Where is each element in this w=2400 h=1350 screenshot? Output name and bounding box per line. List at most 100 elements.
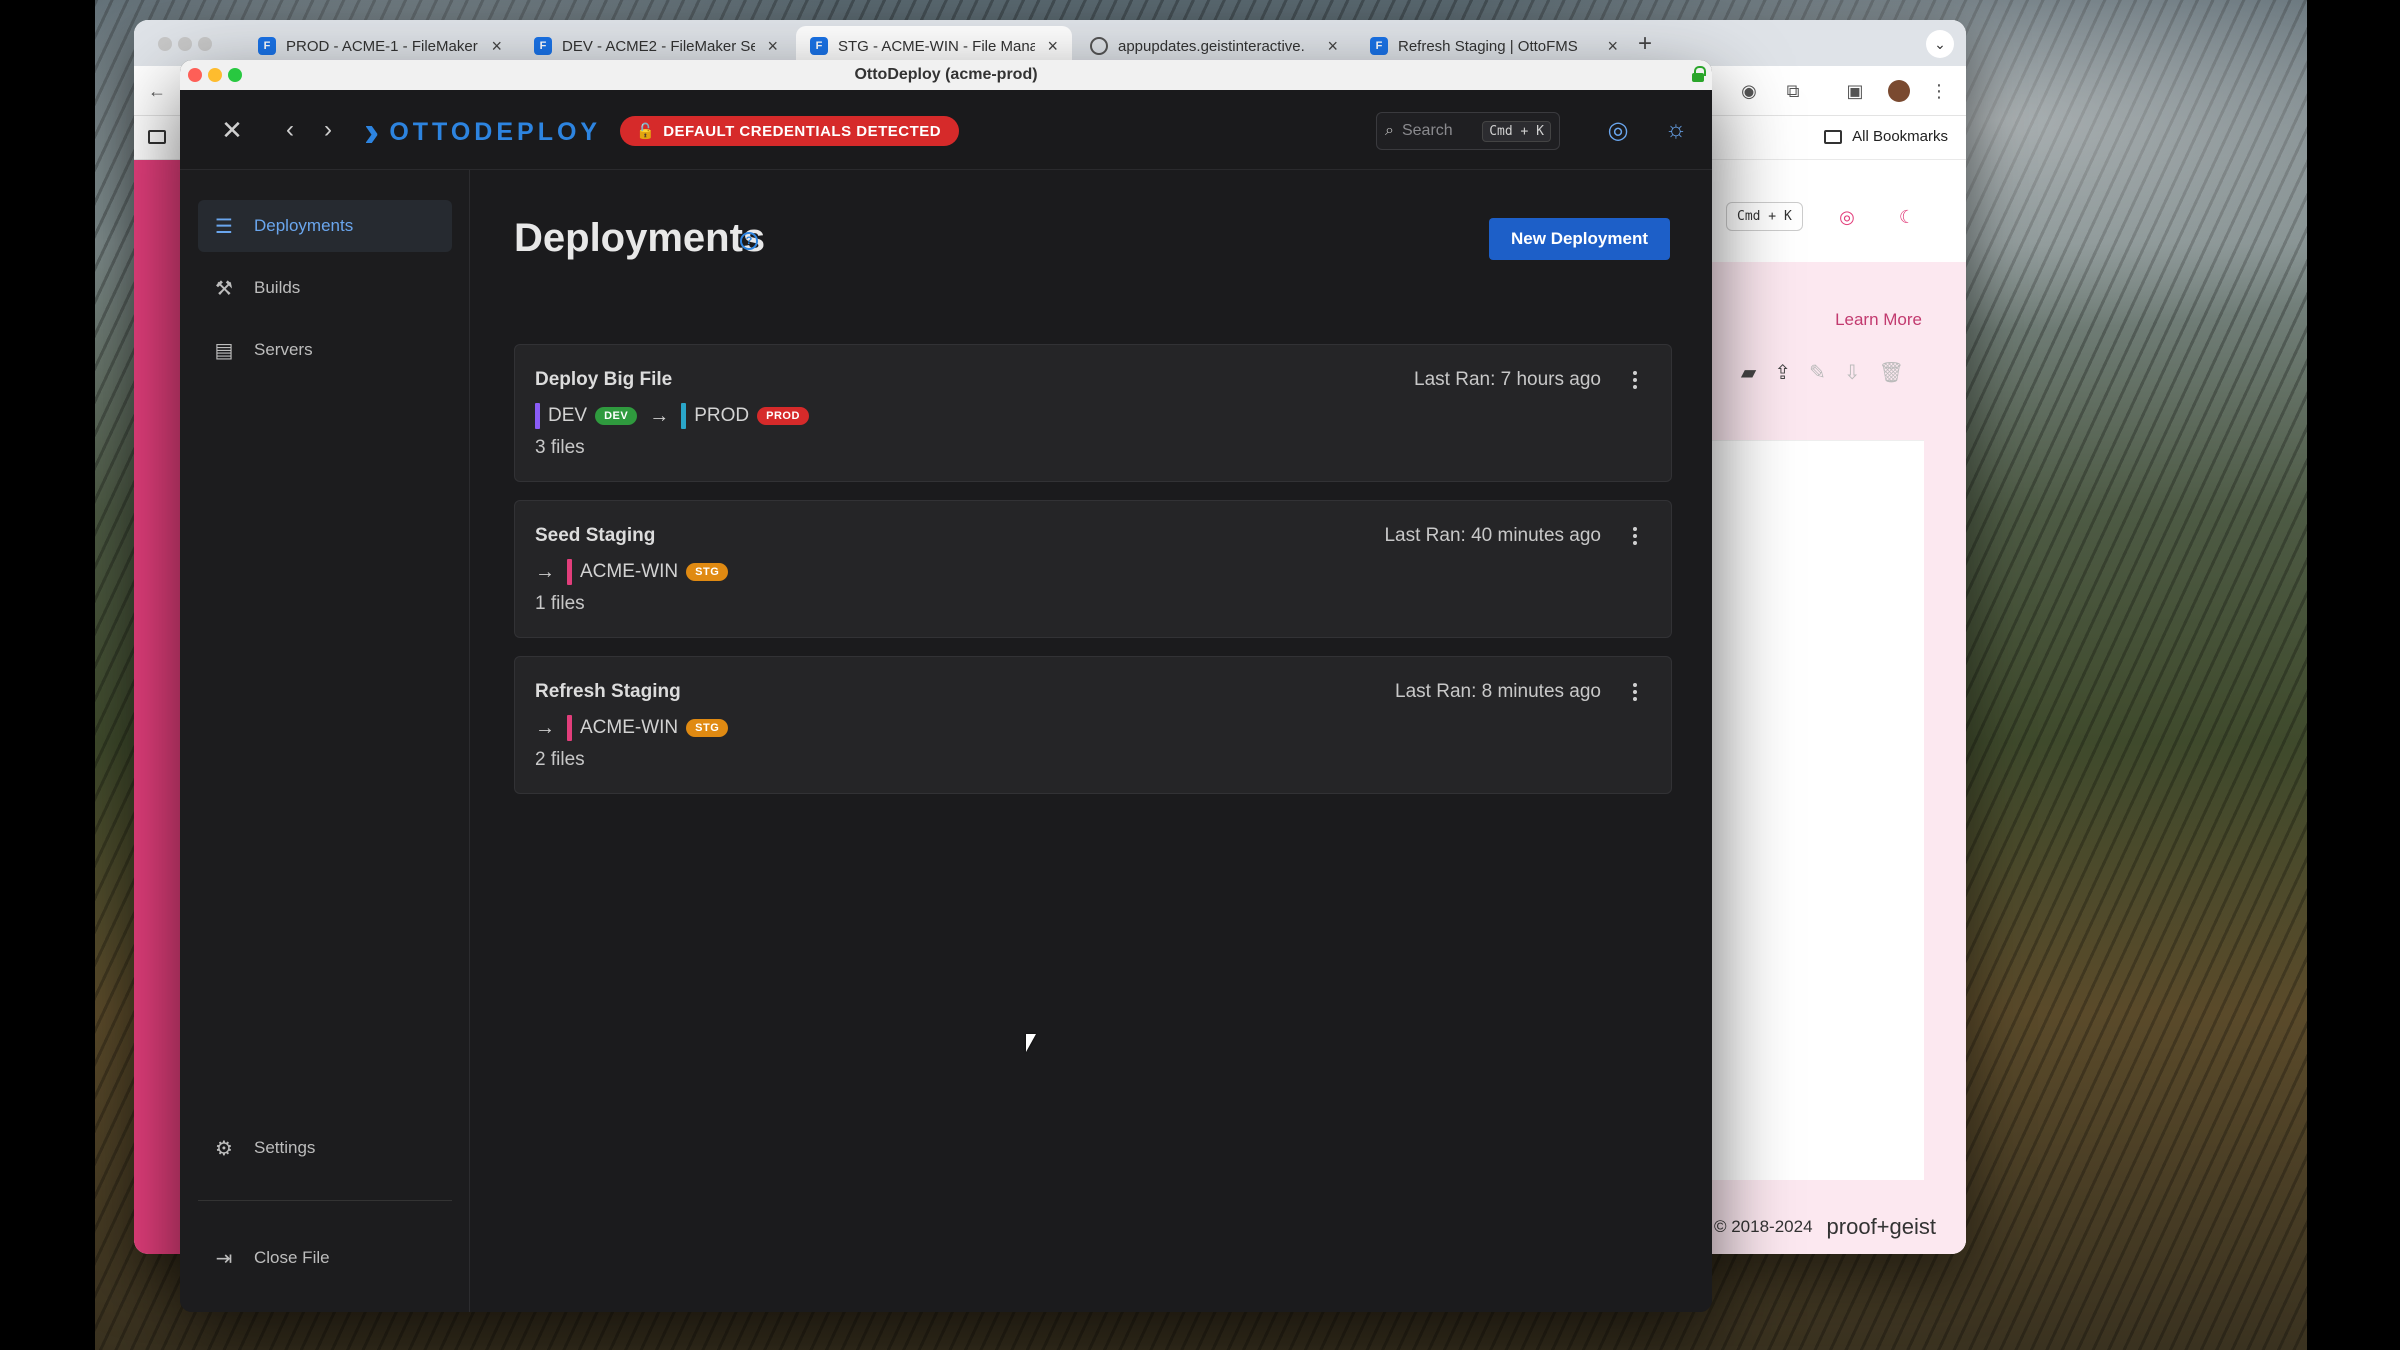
search-input[interactable]: ⌕ Search Cmd + K xyxy=(1376,112,1560,150)
new-deployment-button[interactable]: New Deployment xyxy=(1489,218,1670,260)
extensions-puzzle-icon[interactable]: ⧉ xyxy=(1782,80,1804,102)
tab-title: Refresh Staging | OttoFMS xyxy=(1398,37,1578,55)
target-server-name: ACME-WIN xyxy=(580,717,679,738)
kebab-menu-icon[interactable] xyxy=(1629,679,1641,705)
lock-warning-icon: 🔓 xyxy=(636,123,656,140)
sidebar-item-label: Deployments xyxy=(254,216,354,235)
ottofms-file-tools: ▰ ⇪ ✎ ⇩ 🗑 xyxy=(1741,360,1904,385)
upload-icon[interactable]: ⇪ xyxy=(1774,360,1791,385)
theme-sun-icon[interactable]: ☼ xyxy=(1658,112,1694,148)
side-panel-icon[interactable]: ▣ xyxy=(1844,80,1866,102)
tab-title: STG - ACME-WIN - File Mana xyxy=(838,37,1036,55)
env-badge-stg: STG xyxy=(686,563,729,581)
back-chevron-icon[interactable]: ‹ xyxy=(272,112,308,148)
learn-more-link[interactable]: Learn More xyxy=(1835,310,1922,330)
browser-zoom-dot[interactable] xyxy=(198,37,212,51)
tab-title: DEV - ACME2 - FileMaker Ser xyxy=(562,37,756,55)
source-server-name: DEV xyxy=(548,405,588,426)
builds-icon: ⚒ xyxy=(215,277,233,300)
default-credentials-badge[interactable]: 🔓 DEFAULT CREDENTIALS DETECTED xyxy=(620,116,960,146)
page-title: Deployments xyxy=(514,216,766,260)
forward-chevron-icon[interactable]: › xyxy=(310,112,346,148)
sidebar-item-settings[interactable]: ⚙ Settings xyxy=(198,1122,452,1174)
deployment-card[interactable]: Deploy Big File Last Ran: 7 hours ago DE… xyxy=(514,344,1672,482)
tab-close-icon[interactable]: × xyxy=(491,36,502,57)
target-server-name: PROD xyxy=(694,405,750,426)
window-minimize-dot[interactable] xyxy=(208,68,222,82)
search-icon: ⌕ xyxy=(1385,122,1394,139)
warning-badge-label: DEFAULT CREDENTIALS DETECTED xyxy=(663,122,942,140)
tab-search-chevron-icon[interactable]: ⌄ xyxy=(1926,30,1954,58)
deployment-route: → ACME-WIN STG xyxy=(535,559,729,585)
deployment-card[interactable]: Seed Staging Last Ran: 40 minutes ago → … xyxy=(514,500,1672,638)
letterbox-right xyxy=(2307,0,2400,1350)
new-tab-plus-icon[interactable]: + xyxy=(1638,30,1652,58)
help-lifebuoy-icon[interactable]: ◎ xyxy=(1600,112,1636,148)
ottofms-search-shortcut[interactable]: Cmd + K xyxy=(1726,202,1803,231)
filemaker-icon: F xyxy=(534,37,552,55)
tab-close-icon[interactable]: × xyxy=(1327,36,1338,57)
edit-icon[interactable]: ✎ xyxy=(1809,360,1826,385)
env-badge-prod: PROD xyxy=(757,407,809,425)
deployment-route: DEV DEV → PROD PROD xyxy=(535,403,809,429)
sidebar-item-builds[interactable]: ⚒ Builds xyxy=(198,262,452,314)
browser-minimize-dot[interactable] xyxy=(178,37,192,51)
window-zoom-dot[interactable] xyxy=(228,68,242,82)
new-folder-icon[interactable]: ▰ xyxy=(1741,360,1756,385)
sidebar-item-close-file[interactable]: ⇥ Close File xyxy=(198,1232,452,1284)
files-count: 3 files xyxy=(535,437,585,458)
main-content: Deployments ? New Deployment Deploy Big … xyxy=(470,170,1712,1312)
logo-chevrons-icon: ›› xyxy=(364,107,384,156)
tab-close-icon[interactable]: × xyxy=(1607,36,1618,57)
download-icon[interactable]: ⇩ xyxy=(1844,360,1861,385)
browser-close-dot[interactable] xyxy=(158,37,172,51)
proof-geist-logo: proof+geist xyxy=(1826,1214,1936,1239)
server-color-bar xyxy=(567,715,572,741)
sidebar-item-deployments[interactable]: ☰ Deployments xyxy=(198,200,452,252)
deployment-name: Refresh Staging xyxy=(535,681,681,702)
ottofms-header: Cmd + K ◎ ☾ xyxy=(1706,160,1966,262)
tab-close-icon[interactable]: × xyxy=(767,36,778,57)
sidebar-item-label: Servers xyxy=(254,340,313,359)
all-bookmarks-label: All Bookmarks xyxy=(1852,128,1948,145)
window-title: OttoDeploy (acme-prod) xyxy=(854,66,1038,83)
sidebar-item-label: Settings xyxy=(254,1138,316,1157)
gear-icon: ⚙ xyxy=(215,1137,233,1160)
sidebar-divider xyxy=(198,1200,452,1201)
sidebar-item-servers[interactable]: ▤ Servers xyxy=(198,324,452,376)
tab-close-icon[interactable]: × xyxy=(1047,36,1058,57)
kebab-menu-icon[interactable] xyxy=(1629,367,1641,393)
arrow-right-icon: → xyxy=(535,560,555,583)
deployment-card[interactable]: Refresh Staging Last Ran: 8 minutes ago … xyxy=(514,656,1672,794)
dark-mode-moon-icon[interactable]: ☾ xyxy=(1896,206,1918,228)
kebab-menu-icon[interactable]: ⋮ xyxy=(1928,80,1950,102)
folder-icon[interactable] xyxy=(146,126,168,148)
logout-icon: ⇥ xyxy=(215,1247,233,1270)
filemaker-icon: F xyxy=(810,37,828,55)
arrow-right-icon: → xyxy=(535,716,555,739)
env-badge-dev: DEV xyxy=(595,407,638,425)
ottofms-file-panel xyxy=(1706,440,1924,1180)
filemaker-icon: F xyxy=(1370,37,1388,55)
server-color-bar xyxy=(681,403,687,429)
kebab-menu-icon[interactable] xyxy=(1629,523,1641,549)
copyright-text: .1 © 2018-2024 xyxy=(1695,1217,1813,1236)
ottodeploy-logo: ›› OTTODEPLOY xyxy=(364,110,601,154)
ottodeploy-window: OttoDeploy (acme-prod) ✕ ‹ › ›› OTTODEPL… xyxy=(180,60,1712,1312)
window-close-dot[interactable] xyxy=(188,68,202,82)
help-question-icon[interactable]: ? xyxy=(740,232,758,250)
sidebar-item-label: Close File xyxy=(254,1248,330,1267)
lock-icon xyxy=(1692,66,1706,82)
deployment-route: → ACME-WIN STG xyxy=(535,715,729,741)
close-icon[interactable]: ✕ xyxy=(214,112,250,148)
password-manager-icon[interactable]: ◉ xyxy=(1738,80,1760,102)
logo-text: OTTODEPLOY xyxy=(389,117,602,146)
server-color-bar xyxy=(535,403,540,429)
profile-avatar[interactable] xyxy=(1888,80,1910,102)
back-arrow-icon[interactable]: ← xyxy=(146,80,168,102)
letterbox-left xyxy=(0,0,95,1350)
all-bookmarks-button[interactable]: All Bookmarks xyxy=(1824,128,1948,145)
tab-title: appupdates.geistinteractive. xyxy=(1118,37,1305,55)
trash-icon[interactable]: 🗑 xyxy=(1879,360,1904,385)
help-lifebuoy-icon[interactable]: ◎ xyxy=(1836,206,1858,228)
